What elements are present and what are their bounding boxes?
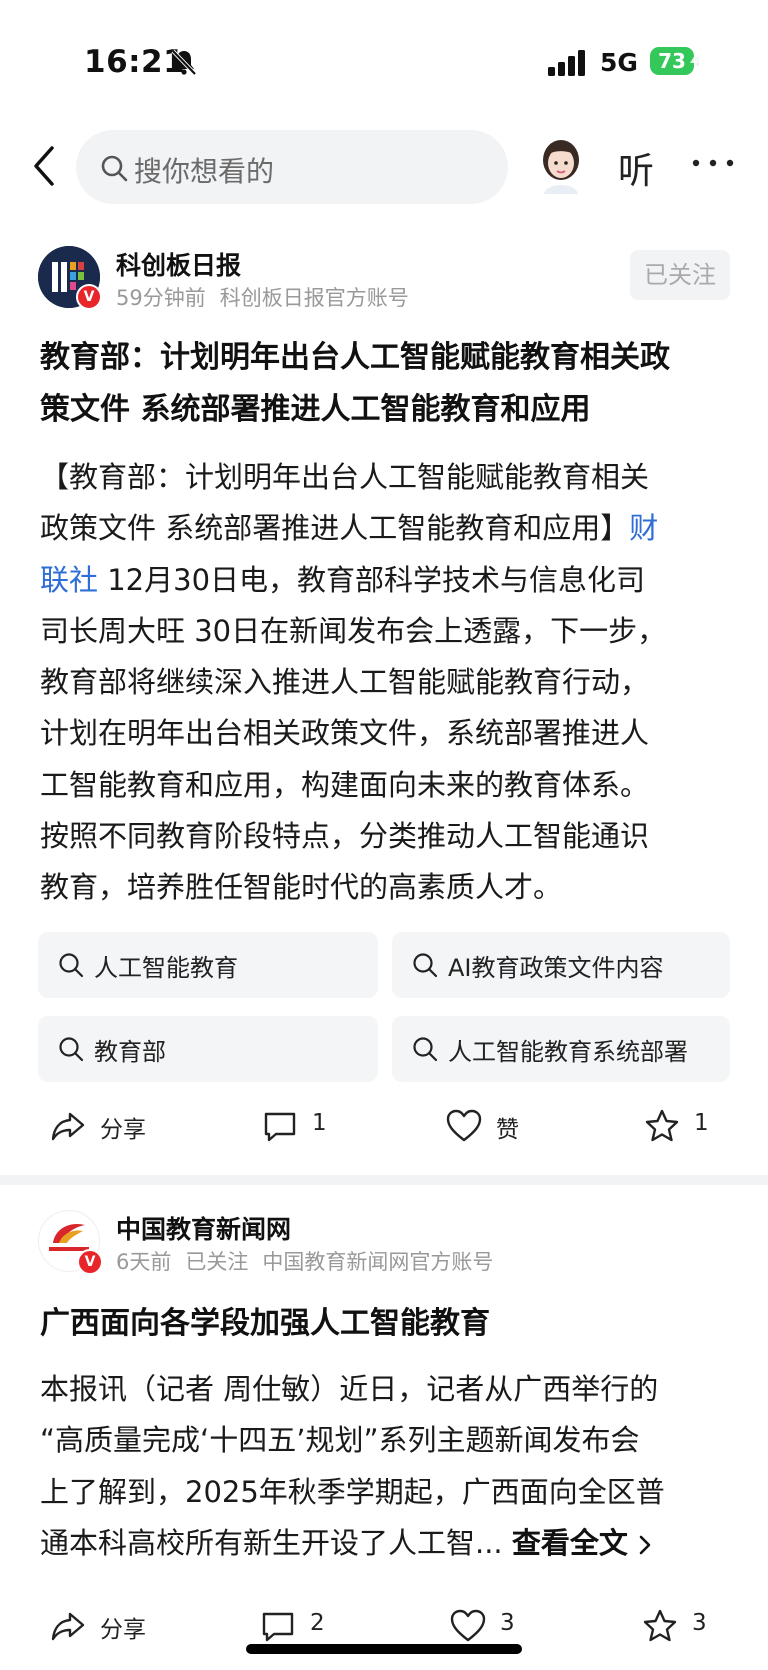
favorite-button[interactable]: 1 xyxy=(644,1104,734,1148)
chip-label: 人工智能教育 xyxy=(94,954,238,982)
chip-label: 教育部 xyxy=(94,1038,166,1066)
follow-status: 已关注 xyxy=(185,1250,249,1274)
body-line: 教育部将继续深入推进人工智能赋能教育行动， xyxy=(40,665,650,700)
top-nav-bar: 搜你想看的 听 xyxy=(0,126,768,204)
cellular-signal-icon xyxy=(548,50,585,76)
read-more-link[interactable]: 查看全文 xyxy=(512,1526,652,1560)
body-line: 通本科高校所有新生开设了人工智... 查看全文 xyxy=(40,1518,740,1569)
favorite-button[interactable]: 3 xyxy=(642,1604,732,1648)
comment-button[interactable]: 1 xyxy=(262,1104,352,1148)
body-text-segment: 通本科高校所有新生开设了人工智... xyxy=(40,1525,503,1560)
title-line: 策文件 系统部署推进人工智能教育和应用 xyxy=(40,392,591,427)
post-meta: 59分钟前 科创板日报官方账号 xyxy=(116,282,423,312)
comment-count: 1 xyxy=(312,1110,327,1136)
listen-button[interactable]: 听 xyxy=(618,142,654,194)
post-meta: 6天前 已关注 中国教育新闻网官方账号 xyxy=(116,1246,507,1276)
bell-muted-icon xyxy=(171,49,197,76)
chip-label: 人工智能教育系统部署 xyxy=(448,1038,688,1066)
body-line: 上了解到，2025年秋季学期起，广西面向全区普 xyxy=(40,1474,665,1509)
body-text-segment: 政策文件 系统部署推进人工智能教育和应用】 xyxy=(40,511,630,546)
author-avatar[interactable]: V xyxy=(38,1210,103,1275)
post-time: 6天前 xyxy=(116,1250,172,1274)
share-button[interactable]: 分享 xyxy=(50,1604,160,1648)
body-line: “高质量完成‘十四五’规划”系列主题新闻发布会 xyxy=(40,1423,640,1458)
like-label: 赞 xyxy=(496,1117,519,1143)
heart-icon xyxy=(450,1609,486,1642)
assistant-avatar-icon[interactable] xyxy=(538,136,584,194)
body-line: 教育，培养胜任智能时代的高素质人才。 xyxy=(40,870,563,905)
author-name[interactable]: 中国教育新闻网 xyxy=(116,1210,291,1246)
battery-level: 73 xyxy=(650,47,694,75)
related-search-chip[interactable]: 教育部 xyxy=(38,1016,378,1082)
account-type: 中国教育新闻网官方账号 xyxy=(262,1250,494,1274)
search-icon xyxy=(413,953,438,978)
body-line: 政策文件 系统部署推进人工智能教育和应用】财 xyxy=(40,503,740,554)
body-line: 联社 12月30日电，教育部科学技术与信息化司 xyxy=(40,555,740,606)
account-type: 科创板日报官方账号 xyxy=(219,286,409,310)
source-link[interactable]: 联社 xyxy=(40,563,98,597)
share-icon xyxy=(51,1612,85,1641)
like-count: 3 xyxy=(500,1610,515,1636)
feed-divider xyxy=(0,1175,768,1185)
home-indicator[interactable] xyxy=(246,1644,522,1654)
share-label: 分享 xyxy=(100,1617,146,1643)
verified-badge-icon: V xyxy=(77,1249,103,1275)
star-icon xyxy=(645,1109,679,1142)
author-name[interactable]: 科创板日报 xyxy=(116,246,241,282)
post-title[interactable]: 教育部：计划明年出台人工智能赋能教育相关政 策文件 系统部署推进人工智能教育和应… xyxy=(40,332,740,436)
body-line: 计划在明年出台相关政策文件，系统部署推进人 xyxy=(40,716,650,751)
search-icon xyxy=(59,1037,84,1062)
search-icon xyxy=(101,155,128,182)
back-arrow-icon[interactable] xyxy=(28,144,64,188)
like-button[interactable]: 赞 xyxy=(446,1104,546,1148)
network-type: 5G xyxy=(600,48,638,77)
share-label: 分享 xyxy=(100,1117,146,1143)
body-line: 按照不同教育阶段特点，分类推动人工智能通识 xyxy=(40,819,650,854)
charging-bolt-icon xyxy=(690,50,702,72)
favorite-count: 1 xyxy=(694,1110,709,1136)
chip-label: AI教育政策文件内容 xyxy=(448,954,664,982)
related-search-chip[interactable]: 人工智能教育系统部署 xyxy=(392,1016,730,1082)
favorite-count: 3 xyxy=(692,1610,707,1636)
star-icon xyxy=(643,1609,677,1642)
like-button[interactable]: 3 xyxy=(450,1604,540,1648)
post-body[interactable]: 本报讯（记者 周仕敏）近日，记者从广西举行的 “高质量完成‘十四五’规划”系列主… xyxy=(40,1364,740,1569)
post-body[interactable]: 【教育部：计划明年出台人工智能赋能教育相关 政策文件 系统部署推进人工智能教育和… xyxy=(40,452,740,914)
more-options-icon[interactable] xyxy=(690,156,736,170)
title-line: 教育部：计划明年出台人工智能赋能教育相关政 xyxy=(40,340,670,375)
chevron-right-icon xyxy=(639,1535,651,1555)
body-line: 【教育部：计划明年出台人工智能赋能教育相关 xyxy=(40,460,650,494)
follow-button[interactable]: 已关注 xyxy=(630,250,730,300)
heart-icon xyxy=(446,1109,482,1142)
comment-icon xyxy=(264,1112,296,1142)
related-search-chip[interactable]: 人工智能教育 xyxy=(38,932,378,998)
search-placeholder: 搜你想看的 xyxy=(134,155,275,188)
comment-icon xyxy=(262,1612,294,1642)
body-line: 司长周大旺 30日在新闻发布会上透露，下一步， xyxy=(40,613,667,648)
search-icon xyxy=(413,1037,438,1062)
status-bar: 16:21 5G 73 xyxy=(0,0,768,110)
source-link[interactable]: 财 xyxy=(629,511,658,545)
author-avatar[interactable]: V xyxy=(38,246,102,310)
related-search-chip[interactable]: AI教育政策文件内容 xyxy=(392,932,730,998)
verified-badge-icon: V xyxy=(76,284,102,310)
post-time: 59分钟前 xyxy=(116,286,206,310)
comment-count: 2 xyxy=(310,1610,325,1636)
battery-indicator: 73 xyxy=(650,47,702,77)
search-icon xyxy=(59,953,84,978)
post-title[interactable]: 广西面向各学段加强人工智能教育 xyxy=(40,1298,740,1350)
search-input[interactable]: 搜你想看的 xyxy=(76,130,508,204)
share-icon xyxy=(51,1112,85,1141)
body-line: 本报讯（记者 周仕敏）近日，记者从广西举行的 xyxy=(40,1372,659,1406)
body-line: 工智能教育和应用，构建面向未来的教育体系。 xyxy=(40,767,650,802)
body-text-segment: 12月30日电，教育部科学技术与信息化司 xyxy=(98,562,646,597)
read-more-label: 查看全文 xyxy=(511,1525,628,1560)
comment-button[interactable]: 2 xyxy=(260,1604,350,1648)
share-button[interactable]: 分享 xyxy=(50,1104,160,1148)
